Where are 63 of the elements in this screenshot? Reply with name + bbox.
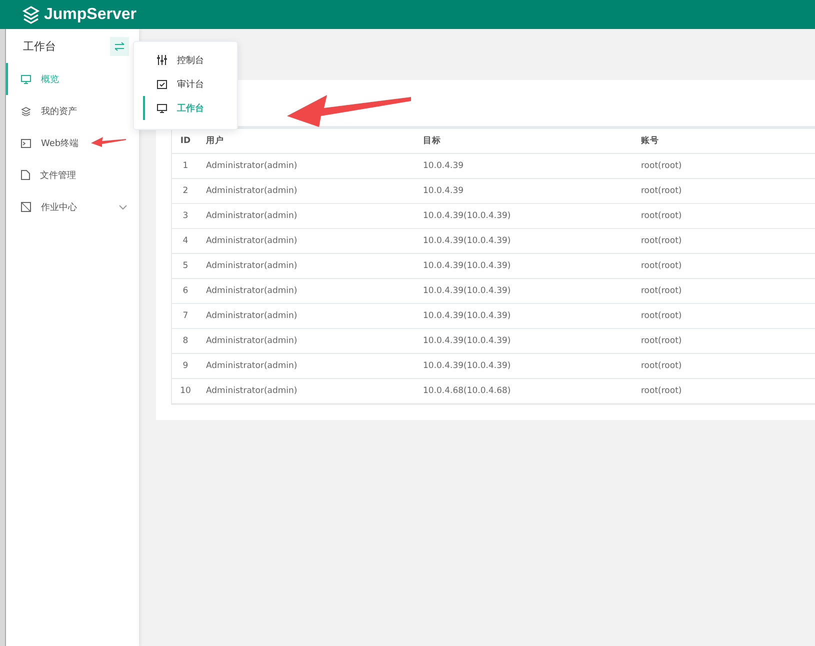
table-cell: Administrator(admin) [199, 279, 416, 304]
table-cell: 10.0.4.68(10.0.4.68) [416, 379, 634, 404]
table-cell: Administrator(admin) [199, 354, 416, 379]
table-cell: 10.0.4.39(10.0.4.39) [416, 254, 634, 279]
table-cell: 6 [172, 279, 199, 304]
table-cell: root(root) [634, 329, 815, 354]
table-cell: 10.0.4.39 [416, 179, 634, 204]
table-cell: 1 [172, 154, 199, 179]
table-cell: Administrator(admin) [199, 179, 416, 204]
table-cell: 10.0.4.39(10.0.4.39) [416, 229, 634, 254]
table-cell: Administrator(admin) [199, 254, 416, 279]
table-cell: root(root) [634, 254, 815, 279]
monitor-icon [157, 104, 167, 112]
logo-icon [22, 6, 40, 24]
sidebar-item[interactable]: Web终端 [6, 127, 139, 159]
menu-item[interactable]: 控制台 [143, 48, 237, 72]
table-cell: 4 [172, 229, 199, 254]
table-cell: Administrator(admin) [199, 204, 416, 229]
table-cell: Administrator(admin) [199, 304, 416, 329]
picture-frame-icon [21, 202, 31, 212]
table-cell: 3 [172, 204, 199, 229]
switch-view-button[interactable] [110, 36, 129, 56]
table-cell: root(root) [634, 304, 815, 329]
monitor-icon [21, 74, 31, 84]
table-cell: 10.0.4.39(10.0.4.39) [416, 279, 634, 304]
table-cell: root(root) [634, 179, 815, 204]
table-cell: 9 [172, 354, 199, 379]
table-cell: root(root) [634, 154, 815, 179]
table-cell: root(root) [634, 229, 815, 254]
table-cell: 8 [172, 329, 199, 354]
table-cell: 7 [172, 304, 199, 329]
table-cell: Administrator(admin) [199, 329, 416, 354]
table-cell: 10.0.4.39(10.0.4.39) [416, 354, 634, 379]
sidebar-item[interactable]: 文件管理 [6, 159, 139, 191]
sidebar-item[interactable]: 我的资产 [6, 95, 139, 127]
table-cell: Administrator(admin) [199, 154, 416, 179]
clipboard-check-icon [157, 79, 167, 89]
table-cell: root(root) [634, 354, 815, 379]
column-header: 目标 [416, 127, 634, 154]
chevron-down-icon [119, 204, 127, 210]
table-cell: root(root) [634, 204, 815, 229]
file-icon [21, 170, 30, 180]
table-cell: 2 [172, 179, 199, 204]
table-cell: root(root) [634, 279, 815, 304]
terminal-icon [21, 138, 31, 148]
sidebar-item[interactable]: 作业中心 [6, 191, 139, 223]
table-cell: 10.0.4.39(10.0.4.39) [416, 304, 634, 329]
table-cell: 5 [172, 254, 199, 279]
table-cell: 10.0.4.39(10.0.4.39) [416, 329, 634, 354]
column-header: 账号 [634, 127, 815, 154]
table-cell: 10.0.4.39(10.0.4.39) [416, 204, 634, 229]
sidebar-title: 工作台 [23, 38, 56, 54]
sliders-icon [157, 55, 167, 65]
swap-icon [114, 42, 125, 50]
layers-icon [21, 106, 31, 116]
table-cell: Administrator(admin) [199, 379, 416, 404]
table-cell: Administrator(admin) [199, 229, 416, 254]
menu-item[interactable]: 审计台 [143, 72, 237, 96]
table-cell: 10 [172, 379, 199, 404]
logo: JumpServer [44, 6, 136, 24]
arrow-drawing [90, 136, 127, 148]
table-cell: 10.0.4.39 [416, 154, 634, 179]
table-cell: root(root) [634, 379, 815, 404]
